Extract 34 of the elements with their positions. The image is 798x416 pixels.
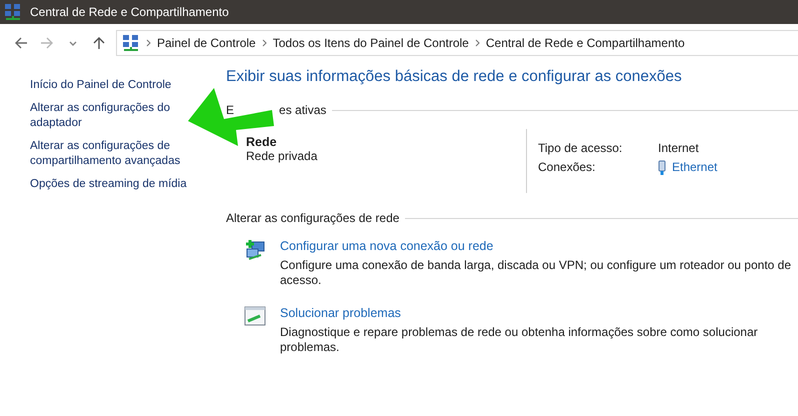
ethernet-icon <box>658 160 666 176</box>
address-bar[interactable]: Painel de Controle Todos os Itens do Painel de Controle Central de Rede e Compartilhamento <box>116 30 798 56</box>
breadcrumb-item[interactable]: Painel de Controle <box>157 36 256 50</box>
left-arrow-icon <box>14 36 28 50</box>
network-setup-icon <box>244 239 266 261</box>
sidebar-link[interactable]: Alterar as configurações do adaptador <box>30 101 195 131</box>
network-name: Rede <box>246 135 278 149</box>
chevron-icon <box>262 39 267 47</box>
task-link[interactable]: Solucionar problemas <box>280 306 798 321</box>
network-icon <box>4 3 22 21</box>
breadcrumb-item[interactable]: Todos os Itens do Painel de Controle <box>272 36 469 50</box>
sidebar-link[interactable]: Alterar as configurações de compartilhamento avançadas <box>30 139 195 169</box>
troubleshoot-icon <box>244 306 266 326</box>
sidebar-link[interactable]: Opções de streaming de mídia <box>30 177 195 192</box>
chevron-icon <box>474 39 480 47</box>
sidebar-link[interactable]: Início do Painel de Controle <box>30 78 195 93</box>
breadcrumb-item[interactable]: Central de Rede e Compartilhamento <box>486 36 685 50</box>
task-link[interactable]: Configurar uma nova conexão ou rede <box>280 239 798 254</box>
window-title: Central de Rede e Compartilhamento <box>30 5 229 19</box>
field-value: Internet <box>658 140 700 157</box>
up-arrow-icon <box>92 36 106 50</box>
section-label: E <box>226 103 234 117</box>
field-label: Conexões: <box>538 159 596 176</box>
task-description: Configure uma conexão de banda larga, discada ou VPN; ou configure um roteador ou ponto de acesso. <box>280 258 792 288</box>
right-arrow-icon <box>40 36 54 50</box>
section-label: Alterar as configurações de rede <box>226 211 400 225</box>
section-label: es ativas <box>279 103 326 117</box>
connection-link[interactable]: Ethernet <box>672 158 718 177</box>
network-icon <box>122 34 140 52</box>
network-profile: Rede privada <box>246 149 318 163</box>
field-label: Tipo de acesso: <box>538 140 624 157</box>
chevron-icon <box>146 39 151 47</box>
page-heading: Exibir suas informações básicas de rede e configurar as conexões <box>226 68 683 86</box>
task-description: Diagnostique e repare problemas de rede ou obtenha informações sobre como solucionar problemas. <box>280 325 759 355</box>
